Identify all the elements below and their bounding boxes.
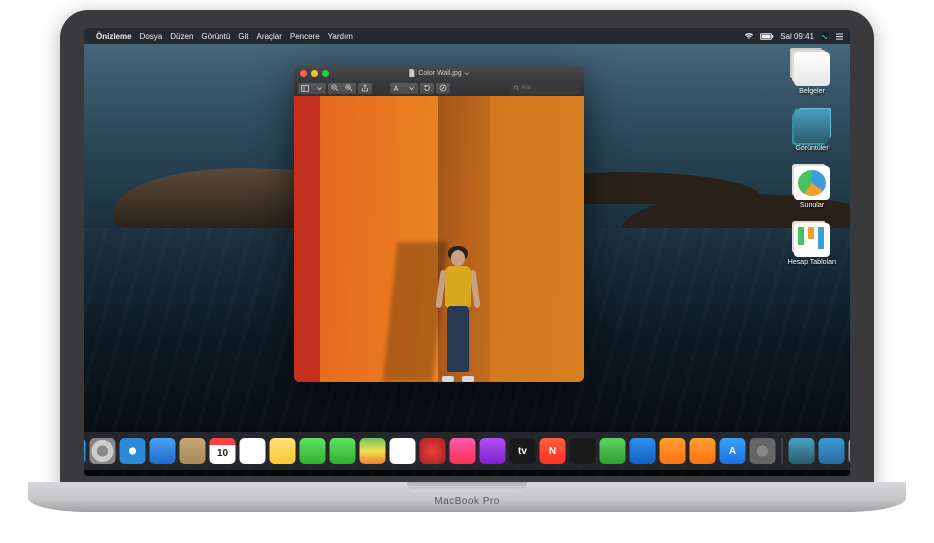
menubar-app-name[interactable]: Önizleme	[96, 32, 132, 41]
dock-reminders-icon[interactable]	[240, 438, 266, 464]
share-button[interactable]	[358, 83, 372, 94]
rotate-button[interactable]	[420, 83, 434, 94]
traffic-lights	[300, 70, 329, 77]
dock-tv-icon[interactable]: tv	[510, 438, 536, 464]
menu-help[interactable]: Yardım	[328, 32, 353, 41]
search-icon	[514, 85, 519, 91]
wifi-icon[interactable]	[744, 32, 754, 40]
stack-documents-icon	[794, 52, 830, 86]
window-title-text: Color Wall.jpg	[418, 70, 461, 77]
chevron-down-icon[interactable]	[465, 71, 470, 76]
zoom-in-button[interactable]	[342, 83, 356, 94]
search-field[interactable]	[510, 83, 580, 94]
dock-photos-icon[interactable]	[390, 438, 416, 464]
dock-news-icon[interactable]: N	[540, 438, 566, 464]
stack-spreadsheets-icon	[794, 223, 830, 257]
dock-calendar-icon[interactable]: 10	[210, 438, 236, 464]
dock-photobooth-icon[interactable]	[420, 438, 446, 464]
dock-preview-running-icon[interactable]	[789, 438, 815, 464]
desktop-stacks: Belgeler Görüntüler Sunular Hesap Tablol…	[784, 52, 840, 266]
image-stripe-right	[490, 96, 584, 382]
image-person	[426, 242, 490, 382]
menu-view[interactable]: Görüntü	[201, 32, 230, 41]
dock-maps-icon[interactable]	[360, 438, 386, 464]
dock-pages-icon[interactable]	[660, 438, 686, 464]
dock-finder-icon[interactable]	[84, 438, 86, 464]
notification-center-icon[interactable]	[835, 32, 844, 41]
siri-icon[interactable]	[820, 32, 829, 41]
sidebar-menu-button[interactable]	[312, 83, 326, 94]
stack-images-label: Görüntüler	[784, 145, 840, 152]
stack-presentations-icon	[794, 166, 830, 200]
stack-spreadsheets-label: Hesap Tabloları	[784, 259, 840, 266]
stack-images[interactable]: Görüntüler	[784, 109, 840, 152]
laptop-label: MacBook Pro	[434, 496, 500, 507]
laptop-screen: Önizleme Dosya Düzen Görüntü Git Araçlar…	[84, 28, 850, 476]
laptop-bezel: Önizleme Dosya Düzen Görüntü Git Araçlar…	[60, 10, 874, 490]
search-input[interactable]	[521, 85, 576, 91]
window-title: Color Wall.jpg	[408, 69, 469, 77]
laptop-notch	[407, 482, 527, 492]
stack-images-icon	[794, 109, 830, 143]
document-icon	[408, 69, 415, 77]
dock-facetime-icon[interactable]	[330, 438, 356, 464]
preview-toolbar	[294, 80, 584, 96]
window-titlebar[interactable]: Color Wall.jpg	[294, 66, 584, 80]
menubar-clock[interactable]: Sal 09:41	[780, 32, 814, 41]
dock-keynote-icon[interactable]	[630, 438, 656, 464]
menu-window[interactable]: Pencere	[290, 32, 320, 41]
dock-screenshot-icon[interactable]	[819, 438, 845, 464]
menu-file[interactable]: Dosya	[140, 32, 163, 41]
dock-separator	[782, 438, 783, 464]
dock-music-icon[interactable]	[450, 438, 476, 464]
stack-spreadsheets[interactable]: Hesap Tabloları	[784, 223, 840, 266]
sidebar-toggle-button[interactable]	[298, 83, 312, 94]
stack-presentations-label: Sunular	[784, 202, 840, 209]
close-button[interactable]	[300, 70, 307, 77]
dock-launchpad-icon[interactable]	[90, 438, 116, 464]
menu-tools[interactable]: Araçlar	[257, 32, 282, 41]
dock: 10 tvN A	[84, 432, 850, 470]
stack-documents-label: Belgeler	[784, 88, 840, 95]
markup-button[interactable]	[436, 83, 450, 94]
zoom-out-button[interactable]	[328, 83, 342, 94]
dock-stocks-icon[interactable]	[570, 438, 596, 464]
preview-window[interactable]: Color Wall.jpg	[294, 66, 584, 382]
minimize-button[interactable]	[311, 70, 318, 77]
preview-content-image	[294, 96, 584, 382]
image-stripe-red	[294, 96, 320, 382]
menu-edit[interactable]: Düzen	[170, 32, 193, 41]
laptop-frame: Önizleme Dosya Düzen Görüntü Git Araçlar…	[60, 10, 874, 520]
dock-messages-icon[interactable]	[300, 438, 326, 464]
stack-presentations[interactable]: Sunular	[784, 166, 840, 209]
highlight-button[interactable]	[390, 83, 404, 94]
dock-safari-icon[interactable]	[120, 438, 146, 464]
menubar: Önizleme Dosya Düzen Görüntü Git Araçlar…	[84, 28, 850, 44]
highlight-menu-button[interactable]	[404, 83, 418, 94]
dock-trash-icon[interactable]	[849, 438, 851, 464]
dock-notes-icon[interactable]	[270, 438, 296, 464]
dock-numbers-icon[interactable]	[600, 438, 626, 464]
dock-mail-icon[interactable]	[150, 438, 176, 464]
dock-podcasts-icon[interactable]	[480, 438, 506, 464]
menu-go[interactable]: Git	[238, 32, 248, 41]
dock-appstore-icon[interactable]: A	[720, 438, 746, 464]
stack-documents[interactable]: Belgeler	[784, 52, 840, 95]
dock-books-icon[interactable]	[690, 438, 716, 464]
dock-contacts-icon[interactable]	[180, 438, 206, 464]
zoom-button[interactable]	[322, 70, 329, 77]
dock-systemprefs-icon[interactable]	[750, 438, 776, 464]
battery-icon[interactable]	[760, 33, 774, 40]
